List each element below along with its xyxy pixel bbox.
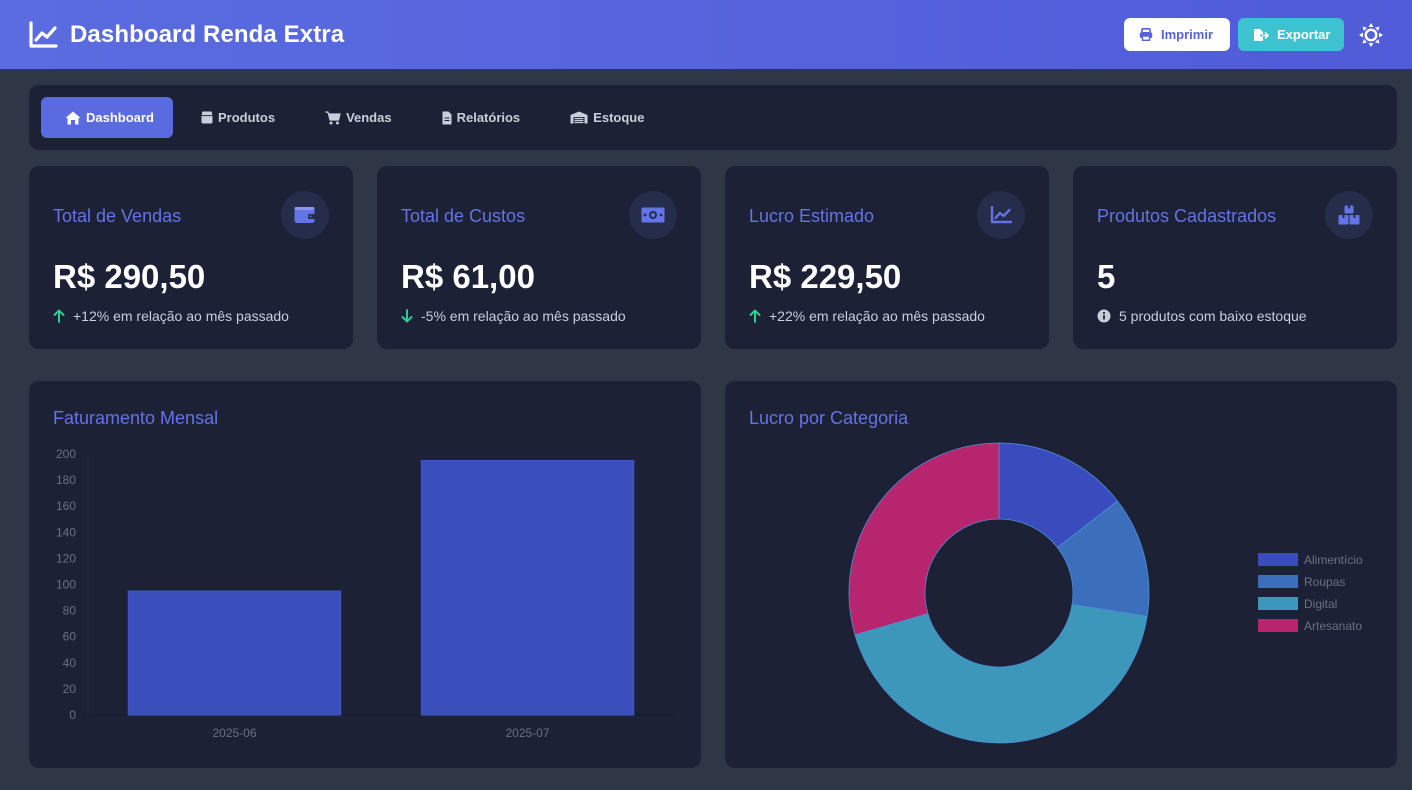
legend-label[interactable]: Digital: [1304, 597, 1337, 611]
stat-title: Lucro Estimado: [749, 206, 875, 226]
stat-note-text: +12% em relação ao mês passado: [73, 308, 289, 324]
legend-label[interactable]: Alimentício: [1304, 553, 1363, 567]
header-actions: Imprimir Exportar: [1124, 18, 1384, 51]
printer-icon: [1139, 28, 1153, 41]
nav-label: Vendas: [346, 110, 392, 125]
chart-line-icon: [977, 191, 1025, 239]
revenue-bar-chart: 0 20 40 60 80 100 120 140 160 180 200 2025-06 2025-0…: [56, 447, 674, 740]
nav-item-produtos[interactable]: Produtos: [179, 97, 297, 138]
bar[interactable]: [420, 460, 635, 716]
nav-item-relatorios[interactable]: Relatórios: [420, 97, 543, 138]
arrow-up-icon: [749, 309, 761, 323]
wallet-icon: [281, 191, 329, 239]
stat-note: +22% em relação ao mês passado: [749, 308, 985, 324]
revenue-chart-card: Faturamento Mensal 0 20 40 60 80 100 120 140 160…: [29, 381, 701, 768]
sun-icon[interactable]: [1358, 22, 1384, 48]
info-circle-icon: [1097, 309, 1111, 323]
stat-card-total-custos: Total de Custos R$ 61,00 -5% em relação …: [377, 166, 701, 349]
legend-swatch: [1258, 553, 1298, 566]
cart-icon: [325, 110, 341, 125]
chart-line-icon: [28, 19, 60, 51]
box-icon: [201, 111, 213, 124]
money-bill-icon: [629, 191, 677, 239]
y-tick-label: 180: [56, 473, 76, 487]
donut-slice[interactable]: [848, 442, 1000, 636]
y-tick-label: 140: [56, 525, 76, 539]
donut-slice[interactable]: [854, 604, 1148, 744]
print-button[interactable]: Imprimir: [1124, 18, 1230, 51]
stat-value: R$ 290,50: [53, 258, 206, 295]
nav-label: Produtos: [218, 110, 276, 125]
y-tick-label: 100: [56, 578, 76, 592]
export-label: Exportar: [1277, 27, 1331, 42]
y-tick-label: 20: [63, 682, 77, 696]
arrow-down-icon: [401, 309, 413, 323]
export-button[interactable]: Exportar: [1238, 18, 1344, 51]
nav-label: Relatórios: [456, 110, 521, 125]
legend-label[interactable]: Roupas: [1304, 575, 1345, 589]
y-tick-label: 80: [63, 604, 77, 618]
file-export-icon: [1253, 28, 1269, 42]
nav-item-estoque[interactable]: Estoque: [548, 97, 666, 138]
stat-card-produtos-cadastrados: Produtos Cadastrados 5 5 produtos com ba…: [1073, 166, 1397, 349]
y-tick-label: 0: [69, 708, 76, 722]
print-label: Imprimir: [1161, 27, 1214, 42]
stat-note: +12% em relação ao mês passado: [53, 308, 289, 324]
nav-item-dashboard[interactable]: Dashboard: [41, 97, 173, 138]
page-title: Dashboard Renda Extra: [70, 20, 345, 48]
arrow-up-icon: [53, 309, 65, 323]
file-icon: [442, 111, 452, 125]
stat-note: 5 produtos com baixo estoque: [1097, 308, 1307, 324]
warehouse-icon: [570, 111, 588, 124]
stat-note-text: 5 produtos com baixo estoque: [1119, 308, 1307, 324]
category-donut-chart: Alimentício Roupas Digital Artesanato: [848, 442, 1363, 744]
bar[interactable]: [127, 590, 342, 716]
x-tick-label: 2025-07: [505, 726, 549, 740]
nav-label: Estoque: [593, 110, 645, 125]
stat-title: Total de Vendas: [53, 206, 182, 226]
stat-title: Total de Custos: [401, 206, 526, 226]
stat-note-text: -5% em relação ao mês passado: [421, 308, 626, 324]
x-tick-label: 2025-06: [212, 726, 256, 740]
legend-swatch: [1258, 575, 1298, 588]
nav-item-vendas[interactable]: Vendas: [303, 97, 414, 138]
stat-value: 5: [1097, 258, 1116, 295]
nav-label: Dashboard: [86, 110, 154, 125]
stat-card-lucro-estimado: Lucro Estimado R$ 229,50 +22% em relação…: [725, 166, 1049, 349]
stat-note: -5% em relação ao mês passado: [401, 308, 626, 324]
category-chart-card: Lucro por Categoria Alimentício Roupas Dig…: [725, 381, 1397, 768]
y-tick-label: 120: [56, 551, 76, 565]
home-icon: [65, 111, 81, 125]
y-tick-label: 160: [56, 499, 76, 513]
main-nav: Dashboard Produtos Vendas Relatórios Est…: [29, 85, 1397, 150]
y-tick-label: 60: [63, 630, 77, 644]
legend-swatch: [1258, 619, 1298, 632]
stat-value: R$ 61,00: [401, 258, 535, 295]
y-tick-label: 200: [56, 447, 76, 461]
stat-card-total-vendas: Total de Vendas R$ 290,50 +12% em relaçã…: [29, 166, 353, 349]
y-tick-label: 40: [63, 656, 77, 670]
app-header: Dashboard Renda Extra Imprimir Exportar: [0, 0, 1412, 69]
stat-value: R$ 229,50: [749, 258, 902, 295]
stat-note-text: +22% em relação ao mês passado: [769, 308, 985, 324]
boxes-icon: [1325, 191, 1373, 239]
legend-swatch: [1258, 597, 1298, 610]
legend-label[interactable]: Artesanato: [1304, 619, 1362, 633]
stat-title: Produtos Cadastrados: [1097, 206, 1277, 226]
